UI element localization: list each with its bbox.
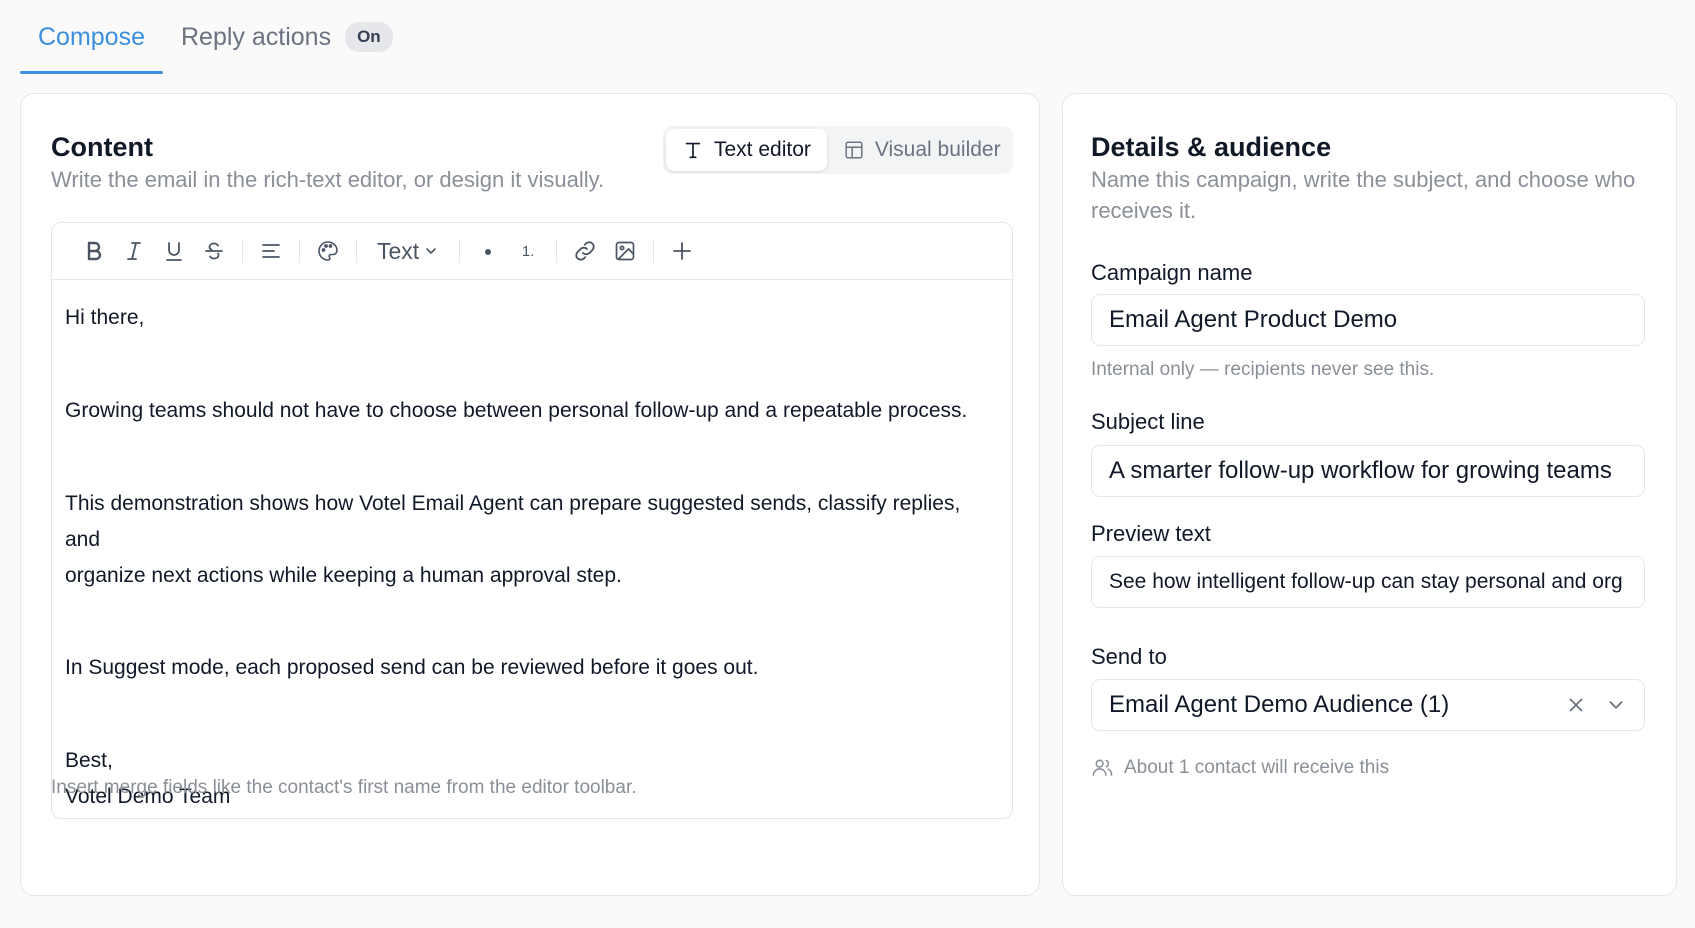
image-icon	[615, 241, 635, 261]
email-paragraph: This demonstration shows how Votel Email…	[65, 492, 961, 551]
audience-count-hint: About 1 contact will receive this	[1091, 756, 1389, 779]
tab-reply-actions-label: Reply actions	[181, 22, 332, 51]
tab-reply-actions[interactable]: Reply actions On	[163, 0, 411, 74]
editor-toolbar: Text 1.	[52, 223, 1012, 280]
text-editor-button[interactable]: Text editor	[666, 129, 827, 171]
content-card: Content Write the email in the rich-text…	[20, 93, 1040, 896]
color-button[interactable]	[308, 231, 348, 271]
plus-icon	[673, 242, 692, 260]
strikethrough-button[interactable]	[194, 231, 234, 271]
details-subtitle: Name this campaign, write the subject, a…	[1091, 167, 1636, 223]
tab-bar: Compose Reply actions On	[20, 0, 411, 74]
campaign-name-value: Email Agent Product Demo	[1109, 306, 1398, 333]
reply-actions-status-badge: On	[345, 22, 393, 52]
bold-icon	[87, 241, 102, 261]
text-style-label: Text	[377, 237, 420, 264]
text-editor-label: Text editor	[714, 138, 811, 161]
email-paragraph: Growing teams should not have to choose …	[65, 399, 968, 422]
rich-text-editor[interactable]: Text 1. Hi there, Growing teams should n…	[51, 222, 1013, 819]
subject-line-value: A smarter follow-up workflow for growing…	[1109, 457, 1612, 484]
link-button[interactable]	[565, 231, 605, 271]
toolbar-divider	[356, 239, 357, 263]
merge-fields-hint: Insert merge fields like the contact's f…	[51, 777, 637, 798]
email-paragraph: In Suggest mode, each proposed send can …	[65, 656, 759, 679]
bullet-list-icon	[485, 249, 492, 255]
toolbar-divider	[242, 239, 243, 263]
select-controls	[1565, 694, 1627, 716]
campaign-name-input[interactable]: Email Agent Product Demo	[1091, 294, 1645, 346]
toolbar-divider	[299, 239, 300, 263]
visual-builder-label: Visual builder	[874, 138, 1001, 161]
subject-line-label: Subject line	[1091, 409, 1205, 434]
users-icon	[1092, 759, 1113, 776]
tab-compose[interactable]: Compose	[20, 0, 163, 74]
insert-button[interactable]	[662, 231, 702, 271]
preview-text-value: See how intelligent follow-up can stay p…	[1109, 570, 1623, 593]
align-button[interactable]	[251, 231, 291, 271]
email-paragraph: organize next actions while keeping a hu…	[65, 564, 622, 587]
underline-icon	[166, 242, 182, 261]
details-title: Details & audience	[1091, 132, 1332, 162]
close-icon[interactable]	[1565, 694, 1587, 716]
editor-mode-toggle: Text editor Visual builder	[663, 126, 1013, 174]
send-to-value: Email Agent Demo Audience (1)	[1109, 691, 1450, 718]
bold-button[interactable]	[74, 231, 114, 271]
subject-line-input[interactable]: A smarter follow-up workflow for growing…	[1091, 445, 1645, 497]
bullet-list-button[interactable]	[468, 231, 508, 271]
send-to-label: Send to	[1091, 644, 1167, 669]
content-subtitle: Write the email in the rich-text editor,…	[51, 167, 605, 192]
email-signoff: Best,	[65, 749, 113, 772]
campaign-name-hint: Internal only — recipients never see thi…	[1091, 359, 1435, 380]
text-type-icon	[685, 142, 701, 159]
email-greeting: Hi there,	[65, 306, 145, 329]
underline-button[interactable]	[154, 231, 194, 271]
strikethrough-icon	[205, 242, 223, 260]
palette-icon	[318, 241, 338, 261]
preview-text-input[interactable]: See how intelligent follow-up can stay p…	[1091, 556, 1645, 608]
audience-count-text: About 1 contact will receive this	[1124, 756, 1390, 778]
send-to-select[interactable]: Email Agent Demo Audience (1)	[1091, 679, 1645, 731]
toolbar-divider	[653, 239, 655, 263]
chevron-down-icon[interactable]	[1605, 694, 1627, 716]
details-card: Details & audience Name this campaign, w…	[1062, 93, 1677, 896]
toolbar-divider	[556, 239, 558, 263]
content-title: Content	[51, 132, 153, 162]
chevron-down-icon	[426, 248, 436, 255]
link-icon	[575, 241, 595, 261]
campaign-name-label: Campaign name	[1091, 260, 1253, 285]
layout-grid-icon	[845, 141, 863, 159]
editor-content[interactable]: Hi there, Growing teams should not have …	[52, 280, 1012, 835]
visual-builder-button[interactable]: Visual builder	[827, 129, 1017, 171]
ordered-list-button[interactable]: 1.	[508, 231, 548, 271]
preview-text-label: Preview text	[1091, 521, 1211, 546]
ordered-list-label: 1.	[521, 242, 535, 260]
italic-button[interactable]	[114, 231, 154, 271]
italic-icon	[127, 242, 141, 260]
align-left-icon	[262, 244, 280, 258]
text-style-dropdown[interactable]: Text	[365, 238, 451, 265]
toolbar-divider	[459, 239, 461, 263]
tab-compose-label: Compose	[38, 22, 145, 51]
image-button[interactable]	[605, 231, 645, 271]
